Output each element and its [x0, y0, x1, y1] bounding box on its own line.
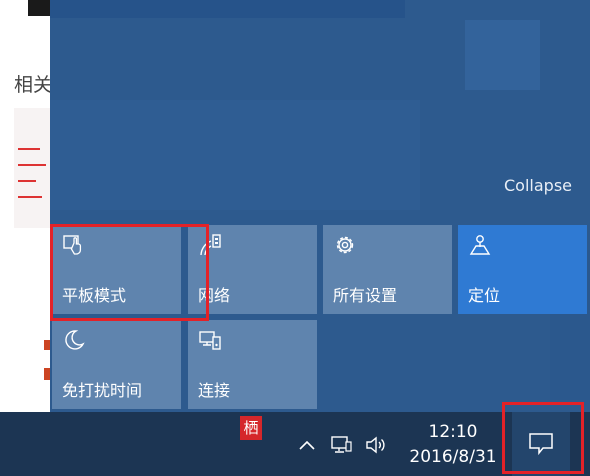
network-icon: [200, 234, 221, 256]
moon-icon: [65, 330, 85, 350]
tile-label: 免打扰时间: [62, 381, 143, 400]
notification-icon: [529, 433, 553, 456]
clock-time: 12:10: [428, 422, 478, 442]
chevron-up-icon[interactable]: [296, 434, 318, 456]
clock-date: 2016/8/31: [409, 447, 497, 467]
tile-label: 连接: [198, 381, 231, 400]
tile-quiet-hours[interactable]: 免打扰时间: [52, 320, 181, 409]
pinned-app-icon[interactable]: 栖: [240, 416, 262, 440]
background-chart-thumbnail: [14, 108, 54, 228]
tile-label: 网络: [198, 286, 231, 305]
panel-background-shape: [50, 100, 420, 210]
background-page: 相关: [0, 0, 54, 412]
speaker-icon[interactable]: [364, 434, 386, 456]
gear-icon: [336, 236, 354, 254]
tablet-mode-icon: [63, 235, 82, 255]
tile-label: 定位: [468, 286, 501, 305]
tile-network[interactable]: 网络: [188, 225, 317, 314]
tile-all-settings[interactable]: 所有设置: [323, 225, 452, 314]
collapse-button[interactable]: Collapse: [504, 176, 572, 195]
panel-background-shape: [465, 20, 540, 90]
network-monitor-icon[interactable]: [330, 434, 352, 456]
clock[interactable]: 12:10 2016/8/31: [404, 420, 502, 470]
background-top-bar: [28, 0, 52, 16]
taskbar: 栖 12:10 2016/8/31: [0, 412, 590, 476]
location-icon: [469, 235, 491, 255]
action-center-button[interactable]: [512, 412, 570, 476]
panel-background-shape: [50, 0, 405, 18]
tile-connect[interactable]: 连接: [188, 320, 317, 409]
tile-tablet-mode[interactable]: 平板模式: [52, 225, 181, 314]
connect-icon: [199, 331, 221, 350]
tile-label: 所有设置: [333, 286, 398, 305]
background-heading: 相关: [14, 74, 53, 96]
tile-label: 平板模式: [62, 286, 127, 305]
tile-location[interactable]: 定位: [458, 225, 587, 314]
action-center-panel: Collapse 平板模式 网络 所有设置 定位 免打扰时间 连接: [50, 0, 590, 412]
